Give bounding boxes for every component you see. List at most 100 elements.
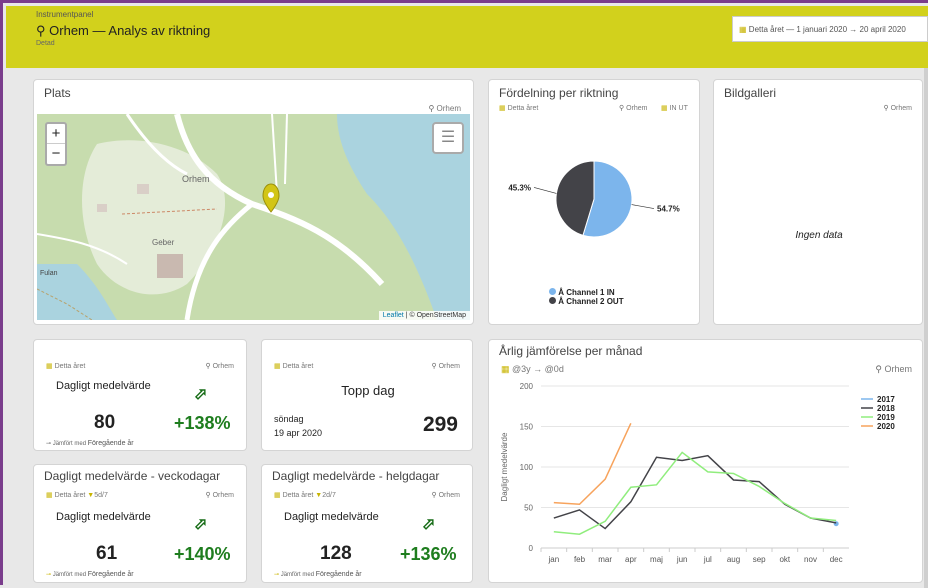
page-title-text: Orhem — Analys av riktning bbox=[49, 23, 211, 38]
kpi-daily-location: ⚲ Orhem bbox=[206, 362, 235, 370]
kpi-top-period-text: Detta året bbox=[282, 363, 314, 370]
pie-card-title: Fördelning per riktning bbox=[499, 86, 619, 100]
page-header: Instrumentpanel ⚲ Orhem — Analys av rikt… bbox=[6, 6, 928, 68]
kpi-daily-value: 80 bbox=[94, 412, 116, 433]
kpi-weekend-location: ⚲ Orhem bbox=[432, 491, 461, 499]
pie-direction-text: IN UT bbox=[669, 105, 688, 112]
kpi-weekday-card: Dagligt medelvärde - veckodagar ▦ Detta … bbox=[33, 464, 247, 583]
line-card: Årlig jämförelse per månad ▦ @3y → @0d ⚲… bbox=[488, 339, 923, 583]
x-tick-label: maj bbox=[650, 555, 663, 564]
kpi-weekday-compare: ⊸ Jämfört med Föregående år bbox=[46, 571, 134, 578]
leaflet-link[interactable]: Leaflet bbox=[383, 312, 404, 319]
y-tick-label: 0 bbox=[529, 544, 534, 553]
calendar-icon: ▦ bbox=[499, 105, 506, 112]
chart-icon: ⊸ bbox=[46, 572, 52, 578]
line-range-text: @3y → @0d bbox=[512, 364, 564, 374]
kpi-weekday-title: Dagligt medelvärde - veckodagar bbox=[44, 469, 221, 483]
legend-label-2018: 2018 bbox=[877, 404, 895, 413]
legend-item-in[interactable]: Å Channel 1 IN bbox=[549, 288, 624, 297]
date-range-picker[interactable]: ▦ Detta året — 1 januari 2020 → 20 april… bbox=[732, 16, 928, 42]
map-label-fulan: Fulan bbox=[40, 270, 58, 277]
kpi-weekend-title: Dagligt medelvärde - helgdagar bbox=[272, 469, 440, 483]
gallery-empty-text: Ingen data bbox=[795, 230, 843, 241]
legend-label-2019: 2019 bbox=[877, 413, 895, 422]
pie-label-connector bbox=[631, 204, 655, 209]
person-icon: Å bbox=[558, 297, 565, 306]
kpi-weekend-location-text: Orhem bbox=[438, 492, 460, 499]
kpi-weekend-compare-text: Jämfört med bbox=[280, 572, 315, 578]
kpi-daily-card: ▦ Detta året ⚲ Orhem Dagligt medelvärde … bbox=[33, 339, 247, 451]
map-label-orhem: Orhem bbox=[182, 174, 210, 184]
x-tick-label: feb bbox=[574, 555, 586, 564]
location-pin-icon: ⚲ bbox=[36, 23, 46, 38]
kpi-weekend-period: ▦ Detta året ▼2d/7 bbox=[274, 491, 336, 499]
map-view[interactable]: Orhem Geber Fulan + − ☰ Leaflet | © Open… bbox=[37, 114, 470, 320]
zoom-out-button[interactable]: − bbox=[47, 144, 65, 164]
location-pin-icon: ⚲ bbox=[428, 104, 435, 113]
kpi-weekend-compare-target[interactable]: Föregående år bbox=[316, 571, 362, 578]
zoom-in-button[interactable]: + bbox=[47, 124, 65, 144]
location-pin-icon: ⚲ bbox=[205, 363, 211, 370]
x-tick-label: okt bbox=[779, 555, 790, 564]
legend-item-out[interactable]: Å Channel 2 OUT bbox=[549, 297, 624, 306]
legend-marker-in bbox=[549, 288, 556, 295]
x-tick-label: mar bbox=[598, 555, 612, 564]
kpi-weekday-location: ⚲ Orhem bbox=[206, 491, 235, 499]
kpi-weekday-compare-target[interactable]: Föregående år bbox=[88, 571, 134, 578]
map-location-text: Orhem bbox=[436, 104, 461, 113]
kpi-daily-change: +138% bbox=[174, 413, 231, 433]
kpi-weekend-days: 2d/7 bbox=[322, 492, 336, 499]
x-tick-label: nov bbox=[804, 555, 817, 564]
kpi-daily-compare-target[interactable]: Föregående år bbox=[88, 440, 134, 447]
calendar-icon: ▦ bbox=[46, 363, 53, 370]
chart-icon: ⊸ bbox=[274, 572, 280, 578]
pie-label-connector bbox=[533, 187, 557, 194]
x-tick-label: dec bbox=[830, 555, 843, 564]
page-subtitle: Detad bbox=[36, 40, 55, 47]
y-tick-label: 200 bbox=[520, 382, 534, 391]
kpi-weekend-compare: ⊸ Jämfört med Föregående år bbox=[274, 571, 362, 578]
kpi-weekday-period: ▦ Detta året ▼5d/7 bbox=[46, 491, 108, 499]
location-pin-icon: ⚲ bbox=[431, 363, 437, 370]
kpi-weekday-days: 5d/7 bbox=[94, 492, 108, 499]
layers-icon: ☰ bbox=[440, 129, 456, 146]
legend-label-out: Channel 2 OUT bbox=[566, 297, 624, 306]
location-pin-icon: ⚲ bbox=[619, 105, 625, 112]
app-frame: Instrumentpanel ⚲ Orhem — Analys av rikt… bbox=[0, 0, 928, 588]
calendar-icon: ▦ bbox=[274, 363, 281, 370]
kpi-weekend-value: 128 bbox=[320, 543, 352, 564]
chart-icon: ⊸ bbox=[46, 441, 52, 447]
pie-legend: Å Channel 1 IN Å Channel 2 OUT bbox=[549, 288, 624, 306]
pie-location-text: Orhem bbox=[626, 105, 648, 112]
line-location: ⚲ Orhem bbox=[875, 364, 912, 375]
scrollbar[interactable] bbox=[924, 68, 928, 588]
legend-label-2020: 2020 bbox=[877, 422, 895, 431]
x-tick-label: aug bbox=[727, 555, 740, 564]
legend-label-in: Channel 1 IN bbox=[566, 288, 615, 297]
pie-data-label: 45.3% bbox=[508, 183, 531, 192]
kpi-weekday-value: 61 bbox=[96, 543, 118, 564]
map-zoom-control: + − bbox=[45, 122, 67, 166]
x-tick-label: sep bbox=[753, 555, 766, 564]
map-card-title: Plats bbox=[44, 86, 71, 100]
calendar-icon: ▦ bbox=[739, 24, 747, 34]
kpi-weekend-period-text: Detta året bbox=[282, 492, 314, 499]
kpi-top-value: 299 bbox=[422, 413, 458, 436]
pie-period-text: Detta året bbox=[507, 105, 539, 112]
kpi-daily-period-text: Detta året bbox=[54, 363, 86, 370]
kpi-weekday-label: Dagligt medelvärde bbox=[56, 511, 151, 523]
osm-attribution[interactable]: | © OpenStreetMap bbox=[406, 312, 466, 319]
series-line-2020 bbox=[553, 422, 632, 506]
map-card: Plats ⚲ Orhem Orhem Geber Fulan + − ☰ Le… bbox=[33, 79, 474, 325]
location-pin-icon: ⚲ bbox=[883, 105, 889, 112]
pie-card: Fördelning per riktning ▦ Detta året ⚲ O… bbox=[488, 79, 700, 325]
pie-data-label: 54.7% bbox=[657, 205, 680, 214]
gallery-card-title: Bildgalleri bbox=[724, 86, 777, 100]
page-title: ⚲ Orhem — Analys av riktning bbox=[36, 23, 210, 39]
person-icon: Å bbox=[558, 288, 565, 297]
layers-button[interactable]: ☰ bbox=[432, 122, 464, 154]
kpi-top-label: Topp dag bbox=[341, 383, 395, 398]
breadcrumb[interactable]: Instrumentpanel bbox=[36, 10, 93, 19]
gallery-card: Bildgalleri ⚲ Orhem Ingen data bbox=[713, 79, 923, 325]
kpi-top-card: ▦ Detta året ⚲ Orhem Topp dag söndag 19 … bbox=[261, 339, 473, 451]
